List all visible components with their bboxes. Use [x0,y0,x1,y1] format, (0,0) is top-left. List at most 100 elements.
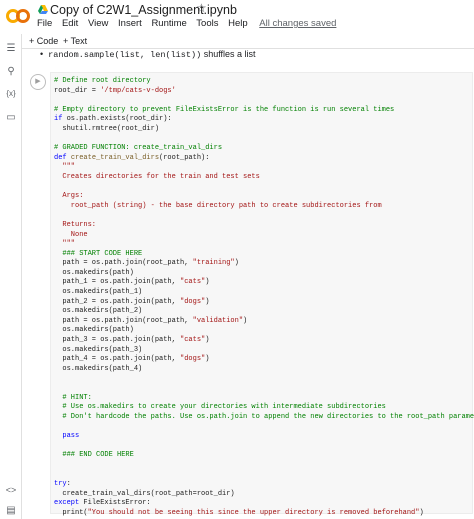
menu-file[interactable]: File [37,18,52,29]
code-token: (root_path): [159,153,210,162]
code-token: try [54,479,67,488]
code-line: # Don't hardcode the paths. Use os.path.… [54,413,474,423]
code-token: path_3 = os.path.join(path, [54,336,181,345]
code-token: ) [205,297,210,306]
code-token: path = os.path.join(root_path, [54,316,193,325]
left-sidebar: ☰ ⚲ {x} ▭ <> ▤ [0,34,22,519]
menu-edit[interactable]: Edit [62,18,78,29]
notebook-title[interactable]: Copy of C2W1_Assignment.ipynb [50,3,237,17]
code-editor[interactable]: # Define root directory root_dir = '/tmp/… [54,77,474,518]
code-token: ) [419,508,424,517]
code-line: os.makedirs(path_1) [54,288,474,298]
code-token: os.path.exists(root_dir): [62,115,172,124]
code-token: ### END CODE HERE [54,451,134,460]
code-line: path_1 = os.path.join(path, "cats") [54,278,474,288]
code-token: Creates directories for the train and te… [54,172,260,181]
code-line: path_3 = os.path.join(path, "cats") [54,336,474,346]
colab-logo-icon[interactable] [6,8,30,24]
code-line: try: [54,480,474,490]
code-token: : [66,479,71,488]
code-line: # Empty directory to prevent FileExistsE… [54,106,474,116]
code-token: path_2 = os.path.join(path, [54,297,181,306]
code-token: # GRADED FUNCTION: create_train_val_dirs [54,144,223,153]
code-token: """ [54,163,76,172]
code-line: # Define root directory [54,77,474,87]
cell-toolbar: + Code + Text [21,34,474,49]
code-token: '/tmp/cats-v-dogs' [100,86,176,95]
code-line: shutil.rmtree(root_dir) [54,125,474,135]
code-line: create_train_val_dirs(root_path=root_dir… [54,490,474,500]
code-token: os.makedirs(path_4) [54,364,143,373]
bullet: • [40,49,49,59]
table-of-contents-icon[interactable]: ☰ [5,43,17,54]
code-token: # Empty directory to prevent FileExistsE… [54,105,395,114]
menu-bar: File Edit View Insert Runtime Tools Help… [37,18,343,29]
code-snippets-icon[interactable]: <> [5,485,17,495]
code-line: path = os.path.join(root_path, "training… [54,259,474,269]
code-line: # Use os.makedirs to create your directo… [54,403,474,413]
code-token: # Define root directory [54,77,151,85]
code-token: ### START CODE HERE [54,249,143,258]
code-line: """ [54,163,474,173]
code-line: ### END CODE HERE [54,451,474,461]
code-line: root_dir = '/tmp/cats-v-dogs' [54,87,474,97]
search-icon[interactable]: ⚲ [5,66,17,77]
code-line: if os.path.exists(root_dir): [54,115,474,125]
code-token: create_train_val_dirs [70,153,160,162]
run-cell-button[interactable]: ▶ [30,74,46,90]
code-token: # HINT: [54,393,92,402]
code-token: "dogs" [180,297,206,306]
add-code-button[interactable]: + Code [29,36,58,46]
code-line: root_path (string) - the base directory … [54,202,474,212]
code-token: Args: [54,192,84,201]
app-header: Copy of C2W1_Assignment.ipynb ☆ File Edi… [0,0,474,34]
code-token: # Use os.makedirs to create your directo… [54,403,386,412]
menu-view[interactable]: View [88,18,108,29]
menu-tools[interactable]: Tools [196,18,218,29]
drive-icon[interactable] [38,5,48,14]
code-token: ) [205,278,210,287]
code-token: # Don't hardcode the paths. Use os.path.… [54,412,474,421]
code-line: Returns: [54,221,474,231]
code-token: root_dir = [54,86,101,95]
code-line: print("You should not be seeing this sin… [54,509,474,519]
code-line: # HINT: [54,394,474,404]
menu-runtime[interactable]: Runtime [151,18,186,29]
code-token: "You should not be seeing this since the… [87,508,420,517]
code-token: path = os.path.join(root_path, [54,259,193,268]
code-token: except [54,499,80,508]
code-line: path = os.path.join(root_path, "validati… [54,317,474,327]
save-status[interactable]: All changes saved [259,18,336,29]
files-icon[interactable]: ▭ [5,112,17,123]
code-token: print( [54,508,88,517]
code-token: def [54,153,67,162]
variables-icon[interactable]: {x} [5,89,17,98]
code-token: os.makedirs(path) [54,268,134,277]
code-line: Creates directories for the train and te… [54,173,474,183]
code-token: path_1 = os.path.join(path, [54,278,181,287]
code-token: ) [234,259,239,268]
add-text-button[interactable]: + Text [63,36,87,46]
code-token: ) [205,355,210,364]
code-token: root_path (string) - the base directory … [54,201,382,210]
code-line: path_2 = os.path.join(path, "dogs") [54,298,474,308]
code-token: "validation" [192,316,244,325]
menu-insert[interactable]: Insert [118,18,142,29]
menu-help[interactable]: Help [228,18,248,29]
code-line: def create_train_val_dirs(root_path): [54,154,474,164]
code-line: except FileExistsError: [54,499,474,509]
star-outline-icon[interactable]: ☆ [196,1,207,15]
code-token: os.makedirs(path) [54,326,134,335]
code-line: """ [54,240,474,250]
text-cell[interactable]: • random.sample(list, len(list)) shuffle… [40,49,256,60]
code-line: os.makedirs(path_3) [54,346,474,356]
terminal-icon[interactable]: ▤ [5,505,17,516]
code-token: Returns: [54,220,97,229]
